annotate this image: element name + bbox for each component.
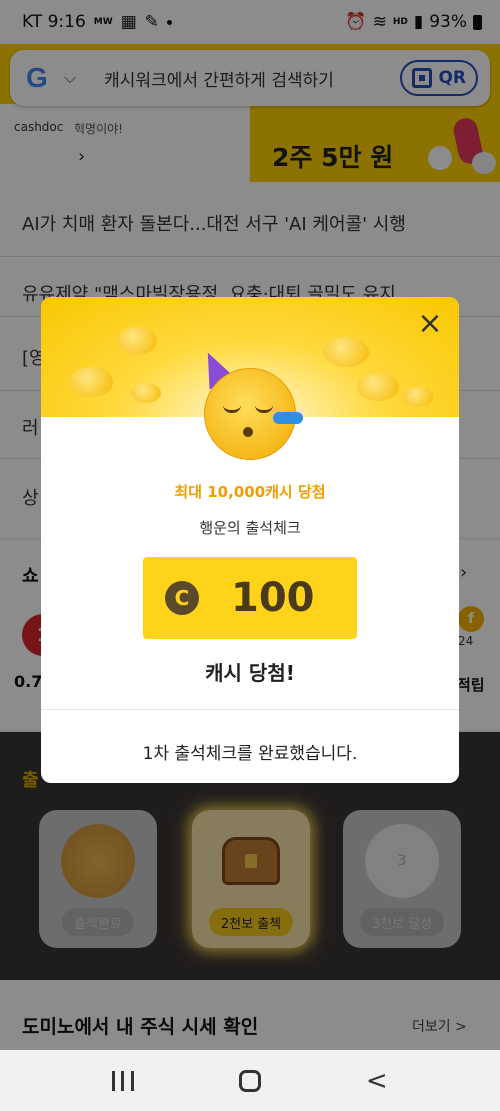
home-icon[interactable] — [239, 1069, 262, 1092]
party-blower-icon — [273, 412, 303, 424]
cash-reward-box: C 100 — [143, 557, 357, 639]
back-icon[interactable]: < — [366, 1066, 388, 1096]
close-button[interactable]: × — [413, 307, 447, 341]
completion-message: 1차 출석체크를 완료했습니다. — [142, 744, 358, 764]
coin-icon — [357, 373, 399, 401]
recent-apps-icon[interactable] — [112, 1070, 135, 1091]
win-text: 캐시 당첨! — [205, 661, 295, 685]
mouth-icon — [243, 427, 253, 437]
attendance-modal: × 최대 10,000캐시 당첨 행운의 출석체크 C 100 캐시 당첨! 1… — [41, 297, 459, 783]
coin-icon — [131, 383, 161, 403]
coin-icon — [323, 337, 369, 367]
coin-icon — [69, 367, 113, 397]
cash-amount: 100 — [231, 575, 315, 621]
coin-icon — [403, 387, 433, 407]
cash-coin-icon: C — [165, 581, 199, 615]
divider — [41, 709, 459, 710]
coin-icon — [117, 327, 157, 355]
max-prize-text: 최대 10,000캐시 당첨 — [174, 483, 326, 501]
navigation-bar: < — [0, 1050, 500, 1111]
modal-subtitle: 행운의 출석체크 — [199, 519, 301, 537]
